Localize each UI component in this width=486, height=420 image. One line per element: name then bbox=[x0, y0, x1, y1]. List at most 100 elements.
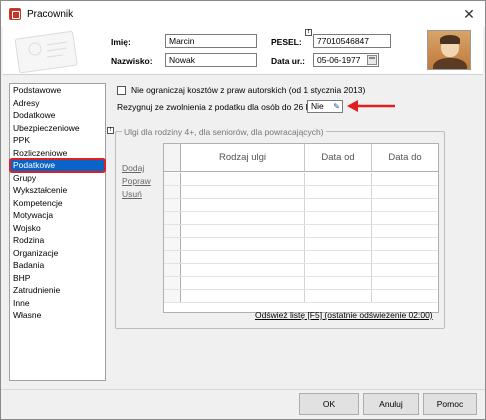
calendar-icon[interactable] bbox=[367, 55, 377, 65]
sidebar-item-rozliczeniowe[interactable]: Rozliczeniowe bbox=[10, 147, 105, 160]
sidebar-item-bhp[interactable]: BHP bbox=[10, 272, 105, 285]
table-cell[interactable] bbox=[181, 290, 305, 302]
table-cell[interactable] bbox=[181, 238, 305, 250]
sidebar-item-badania[interactable]: Badania bbox=[10, 259, 105, 272]
sidebar-item-inne[interactable]: Inne bbox=[10, 297, 105, 310]
title-bar: Pracownik ✕ bbox=[1, 1, 485, 27]
table-cell[interactable] bbox=[372, 290, 438, 302]
table-cell[interactable] bbox=[372, 225, 438, 237]
last-name-label: Nazwisko: bbox=[111, 56, 153, 66]
sidebar-item-zatrudnienie[interactable]: Zatrudnienie bbox=[10, 284, 105, 297]
table-cell[interactable] bbox=[305, 238, 372, 250]
column-relief-type[interactable]: Rodzaj ulgi bbox=[181, 144, 305, 171]
sidebar-item-grupy[interactable]: Grupy bbox=[10, 172, 105, 185]
relief-info-icon[interactable]: ! bbox=[107, 127, 114, 134]
column-date-to[interactable]: Data do bbox=[372, 144, 438, 171]
row-header-cell[interactable] bbox=[164, 264, 181, 276]
table-row[interactable] bbox=[164, 199, 438, 212]
table-cell[interactable] bbox=[181, 264, 305, 276]
sidebar-item-motywacja[interactable]: Motywacja bbox=[10, 209, 105, 222]
table-cell[interactable] bbox=[305, 199, 372, 211]
column-date-from[interactable]: Data od bbox=[305, 144, 372, 171]
table-row[interactable] bbox=[164, 238, 438, 251]
row-header-cell[interactable] bbox=[164, 173, 181, 185]
exemption-label: Rezygnuj ze zwolnienia z podatku dla osó… bbox=[117, 102, 317, 112]
birth-date-field[interactable]: 05-06-1977 bbox=[313, 53, 379, 67]
author-costs-option[interactable]: Nie ograniczaj kosztów z praw autorskich… bbox=[117, 85, 365, 95]
table-cell[interactable] bbox=[372, 277, 438, 289]
table-cell[interactable] bbox=[305, 290, 372, 302]
help-button[interactable]: Pomoc bbox=[423, 393, 477, 415]
sidebar-item-podatkowe[interactable]: Podatkowe bbox=[9, 158, 106, 173]
table-cell[interactable] bbox=[305, 212, 372, 224]
refresh-list-link[interactable]: Odśwież listę [F5] (ostatnie odświeżenie… bbox=[255, 310, 433, 320]
sidebar-item-kompetencje[interactable]: Kompetencje bbox=[10, 197, 105, 210]
table-row[interactable] bbox=[164, 225, 438, 238]
row-header-cell[interactable] bbox=[164, 225, 181, 237]
table-cell[interactable] bbox=[181, 277, 305, 289]
pencil-icon[interactable]: ✎ bbox=[333, 101, 340, 112]
table-cell[interactable] bbox=[305, 225, 372, 237]
pesel-label: PESEL: bbox=[271, 37, 302, 47]
table-row[interactable] bbox=[164, 264, 438, 277]
table-cell[interactable] bbox=[372, 186, 438, 198]
pesel-info-icon[interactable]: ! bbox=[305, 29, 312, 36]
row-header-cell[interactable] bbox=[164, 212, 181, 224]
row-header-cell[interactable] bbox=[164, 238, 181, 250]
row-header-cell[interactable] bbox=[164, 251, 181, 263]
sidebar-item-ppk[interactable]: PPK bbox=[10, 134, 105, 147]
add-relief-link[interactable]: Dodaj bbox=[122, 163, 144, 173]
table-row[interactable] bbox=[164, 173, 438, 186]
last-name-field[interactable]: Nowak bbox=[165, 53, 257, 67]
sidebar-item-rodzina[interactable]: Rodzina bbox=[10, 234, 105, 247]
delete-relief-link[interactable]: Usuń bbox=[122, 189, 142, 199]
sidebar-item-wykształcenie[interactable]: Wykształcenie bbox=[10, 184, 105, 197]
row-header-cell[interactable] bbox=[164, 277, 181, 289]
sidebar-item-organizacje[interactable]: Organizacje bbox=[10, 247, 105, 260]
table-cell[interactable] bbox=[305, 251, 372, 263]
table-row[interactable] bbox=[164, 290, 438, 303]
sidebar-item-podstawowe[interactable]: Podstawowe bbox=[10, 84, 105, 97]
table-cell[interactable] bbox=[372, 251, 438, 263]
close-icon[interactable]: ✕ bbox=[461, 6, 477, 22]
table-cell[interactable] bbox=[305, 264, 372, 276]
sidebar-item-ubezpieczeniowe[interactable]: Ubezpieczeniowe bbox=[10, 122, 105, 135]
relief-table-body bbox=[164, 173, 438, 312]
first-name-field[interactable]: Marcin bbox=[165, 34, 257, 48]
table-cell[interactable] bbox=[372, 199, 438, 211]
pesel-field[interactable]: 77010546847 bbox=[313, 34, 391, 48]
table-cell[interactable] bbox=[372, 264, 438, 276]
table-cell[interactable] bbox=[181, 251, 305, 263]
table-cell[interactable] bbox=[372, 212, 438, 224]
table-cell[interactable] bbox=[305, 186, 372, 198]
table-row[interactable] bbox=[164, 251, 438, 264]
table-cell[interactable] bbox=[372, 173, 438, 185]
sidebar-item-dodatkowe[interactable]: Dodatkowe bbox=[10, 109, 105, 122]
sidebar-item-wojsko[interactable]: Wojsko bbox=[10, 222, 105, 235]
table-cell[interactable] bbox=[181, 173, 305, 185]
sidebar-item-własne[interactable]: Własne bbox=[10, 309, 105, 322]
row-header-cell[interactable] bbox=[164, 290, 181, 302]
sidebar-item-adresy[interactable]: Adresy bbox=[10, 97, 105, 110]
app-icon bbox=[9, 8, 21, 20]
cancel-button[interactable]: Anuluj bbox=[363, 393, 419, 415]
ok-button[interactable]: OK bbox=[299, 393, 359, 415]
row-header-cell[interactable] bbox=[164, 199, 181, 211]
avatar[interactable] bbox=[427, 30, 471, 70]
table-cell[interactable] bbox=[181, 199, 305, 211]
table-cell[interactable] bbox=[305, 173, 372, 185]
table-row[interactable] bbox=[164, 212, 438, 225]
relief-table[interactable]: Rodzaj ulgi Data od Data do bbox=[163, 143, 439, 313]
window-title: Pracownik bbox=[27, 8, 74, 20]
table-cell[interactable] bbox=[372, 238, 438, 250]
table-cell[interactable] bbox=[181, 212, 305, 224]
table-cell[interactable] bbox=[305, 277, 372, 289]
table-row[interactable] bbox=[164, 186, 438, 199]
table-row[interactable] bbox=[164, 277, 438, 290]
table-cell[interactable] bbox=[181, 186, 305, 198]
edit-relief-link[interactable]: Popraw bbox=[122, 176, 151, 186]
table-cell[interactable] bbox=[181, 225, 305, 237]
exemption-select[interactable]: Nie ✎ bbox=[307, 100, 343, 113]
author-costs-checkbox[interactable] bbox=[117, 85, 126, 95]
row-header-cell[interactable] bbox=[164, 186, 181, 198]
